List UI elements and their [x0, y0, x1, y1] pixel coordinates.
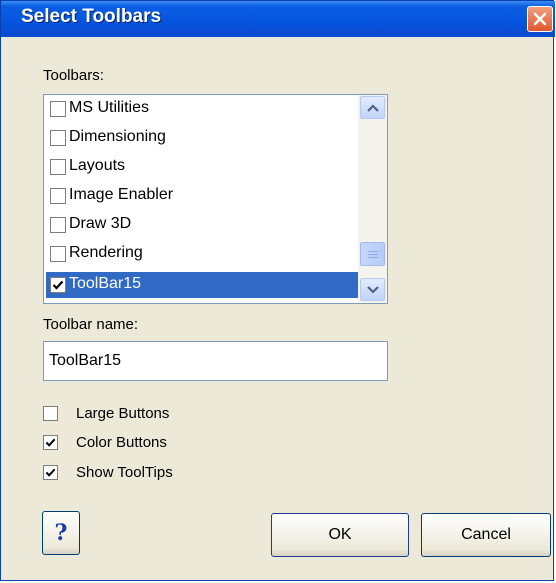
- option-label: Color Buttons: [76, 434, 167, 451]
- close-icon: [533, 12, 547, 26]
- dialog-title: Select Toolbars: [21, 6, 162, 27]
- list-item-label: Image Enabler: [69, 186, 174, 203]
- show-tooltips-option[interactable]: Show ToolTips: [43, 463, 243, 485]
- list-scrollbar[interactable]: [358, 95, 387, 303]
- close-button[interactable]: [527, 6, 553, 32]
- list-item-label: Layouts: [69, 157, 126, 174]
- list-item-label: Dimensioning: [69, 128, 166, 145]
- list-item-label: MS Utilities: [69, 99, 150, 116]
- list-item-dimensioning[interactable]: Dimensioning: [48, 126, 358, 150]
- toolbar-checkbox[interactable]: [50, 277, 66, 293]
- color-buttons-option[interactable]: Color Buttons: [43, 433, 243, 455]
- cancel-button[interactable]: Cancel: [421, 513, 551, 557]
- toolbar-name-input[interactable]: ToolBar15: [43, 341, 388, 381]
- show-tooltips-checkbox[interactable]: [43, 465, 58, 480]
- list-item-rendering[interactable]: Rendering: [48, 242, 358, 266]
- toolbar-checkbox[interactable]: [50, 217, 66, 233]
- list-item-image-enabler[interactable]: Image Enabler: [48, 184, 358, 208]
- help-button[interactable]: ?: [42, 511, 80, 555]
- checkmark-icon: [52, 280, 64, 290]
- list-item-label: ToolBar15: [69, 275, 142, 292]
- option-label: Large Buttons: [76, 405, 170, 422]
- large-buttons-option[interactable]: Large Buttons: [43, 404, 243, 426]
- toolbar-checkbox[interactable]: [50, 130, 66, 146]
- scroll-thumb[interactable]: [360, 242, 385, 266]
- help-icon: ?: [54, 520, 68, 546]
- ok-button[interactable]: OK: [271, 513, 409, 557]
- title-bar[interactable]: Select Toolbars: [1, 1, 555, 37]
- toolbars-listbox[interactable]: MS Utilities Dimensioning Layouts Image …: [43, 94, 388, 304]
- toolbar-checkbox[interactable]: [50, 159, 66, 175]
- toolbar-checkbox[interactable]: [50, 246, 66, 262]
- scroll-up-button[interactable]: [360, 96, 385, 119]
- toolbar-name-value: ToolBar15: [49, 352, 122, 369]
- list-item-label: Rendering: [69, 244, 143, 261]
- toolbar-checkbox[interactable]: [50, 188, 66, 204]
- large-buttons-checkbox[interactable]: [43, 406, 58, 421]
- toolbar-checkbox[interactable]: [50, 101, 66, 117]
- arrow-up-icon: [367, 104, 379, 112]
- color-buttons-checkbox[interactable]: [43, 435, 58, 450]
- list-item-draw-3d[interactable]: Draw 3D: [48, 213, 358, 237]
- checkmark-icon: [45, 438, 56, 447]
- scroll-down-button[interactable]: [360, 278, 385, 301]
- option-label: Show ToolTips: [76, 464, 173, 481]
- list-item-layouts[interactable]: Layouts: [48, 155, 358, 179]
- select-toolbars-dialog: Select Toolbars Toolbars: MS Utilities D…: [0, 0, 555, 581]
- list-item-toolbar15[interactable]: ToolBar15: [46, 272, 358, 298]
- list-item-ms-utilities[interactable]: MS Utilities: [48, 97, 358, 121]
- arrow-down-icon: [367, 286, 379, 294]
- checkmark-icon: [45, 468, 56, 477]
- toolbars-label: Toolbars:: [43, 67, 104, 84]
- list-item-label: Draw 3D: [69, 215, 132, 232]
- toolbar-name-label: Toolbar name:: [43, 316, 139, 333]
